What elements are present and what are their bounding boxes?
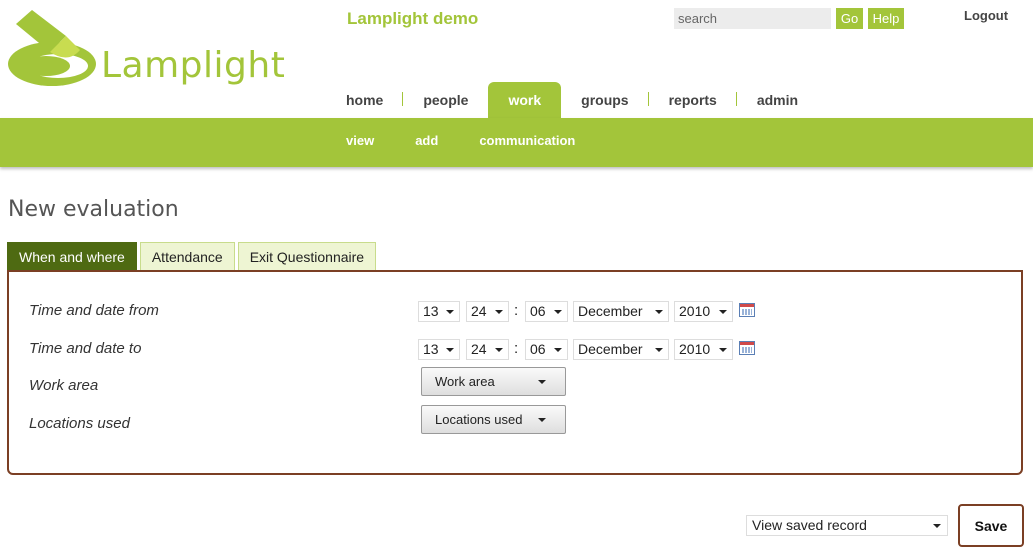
select-value: 06: [530, 303, 546, 319]
subnav-item-communication[interactable]: communication: [479, 133, 575, 148]
app-title: Lamplight demo: [347, 9, 479, 28]
calendar-icon[interactable]: [739, 303, 755, 317]
select-value: 2010: [679, 303, 711, 319]
tab-attendance[interactable]: Attendance: [139, 242, 235, 270]
locations-dropdown[interactable]: Locations used: [421, 405, 566, 434]
dropdown-label: Locations used: [435, 412, 523, 427]
time-from-year-select[interactable]: 2010: [674, 301, 733, 322]
time-separator: :: [514, 340, 519, 357]
chevron-down-icon: [538, 380, 546, 384]
chevron-down-icon: [446, 348, 454, 352]
chevron-down-icon: [655, 348, 663, 352]
nav-item-reports[interactable]: reports: [649, 82, 737, 118]
time-to-year-select[interactable]: 2010: [674, 339, 733, 360]
work-area-label: Work area: [29, 377, 99, 394]
select-value: 13: [423, 341, 439, 357]
chevron-down-icon: [495, 348, 503, 352]
select-value: 2010: [679, 341, 711, 357]
main-nav: home people work groups reports admin: [326, 82, 818, 118]
nav-item-label: people: [423, 92, 469, 108]
time-to-minute-select[interactable]: 24: [466, 339, 509, 360]
nav-item-work[interactable]: work: [488, 82, 562, 118]
select-value: 24: [471, 341, 487, 357]
nav-item-admin[interactable]: admin: [737, 82, 818, 118]
nav-item-people[interactable]: people: [403, 82, 488, 118]
logout-link[interactable]: Logout: [964, 8, 1008, 23]
time-from-month-select[interactable]: December: [573, 301, 669, 322]
select-value: 24: [471, 303, 487, 319]
chevron-down-icon: [554, 348, 562, 352]
tab-exit-questionnaire[interactable]: Exit Questionnaire: [237, 242, 377, 270]
dropdown-label: Work area: [435, 374, 495, 389]
page-title: New evaluation: [8, 197, 179, 222]
select-value: December: [578, 341, 643, 357]
chevron-down-icon: [719, 310, 727, 314]
logo-text: Lamplight: [101, 45, 286, 86]
subnav-item-add[interactable]: add: [415, 133, 438, 148]
time-from-label: Time and date from: [29, 302, 159, 319]
nav-item-groups[interactable]: groups: [561, 82, 649, 118]
sub-nav: view add communication: [346, 133, 616, 148]
select-value: 06: [530, 341, 546, 357]
locations-label: Locations used: [29, 415, 130, 432]
subnav-item-view[interactable]: view: [346, 133, 374, 148]
nav-item-label: groups: [581, 92, 629, 108]
nav-item-label: work: [508, 92, 542, 108]
view-saved-record-select[interactable]: View saved record: [746, 515, 948, 536]
select-value: View saved record: [752, 517, 867, 533]
chevron-down-icon: [719, 348, 727, 352]
chevron-down-icon: [446, 310, 454, 314]
chevron-down-icon: [655, 310, 663, 314]
nav-item-label: admin: [756, 92, 799, 108]
nav-item-label: home: [346, 92, 384, 108]
time-from-minute-select[interactable]: 24: [466, 301, 509, 322]
calendar-icon[interactable]: [739, 341, 755, 355]
tab-when-and-where[interactable]: When and where: [7, 242, 137, 271]
time-to-month-select[interactable]: December: [573, 339, 669, 360]
time-separator: :: [514, 302, 519, 319]
search-input[interactable]: [674, 8, 831, 29]
time-from-second-select[interactable]: 06: [525, 301, 568, 322]
nav-item-label: reports: [668, 92, 717, 108]
time-to-second-select[interactable]: 06: [525, 339, 568, 360]
go-button[interactable]: Go: [836, 8, 863, 29]
chevron-down-icon: [933, 524, 941, 528]
chevron-down-icon: [554, 310, 562, 314]
chevron-down-icon: [538, 418, 546, 422]
time-to-hour-select[interactable]: 13: [418, 339, 460, 360]
save-button[interactable]: Save: [958, 504, 1024, 547]
help-button[interactable]: Help: [868, 8, 904, 29]
select-value: 13: [423, 303, 439, 319]
nav-item-home[interactable]: home: [326, 82, 404, 118]
select-value: December: [578, 303, 643, 319]
tab-bar: When and where Attendance Exit Questionn…: [7, 242, 377, 271]
time-from-hour-select[interactable]: 13: [418, 301, 460, 322]
chevron-down-icon: [495, 310, 503, 314]
work-area-dropdown[interactable]: Work area: [421, 367, 566, 396]
time-to-label: Time and date to: [29, 340, 142, 357]
